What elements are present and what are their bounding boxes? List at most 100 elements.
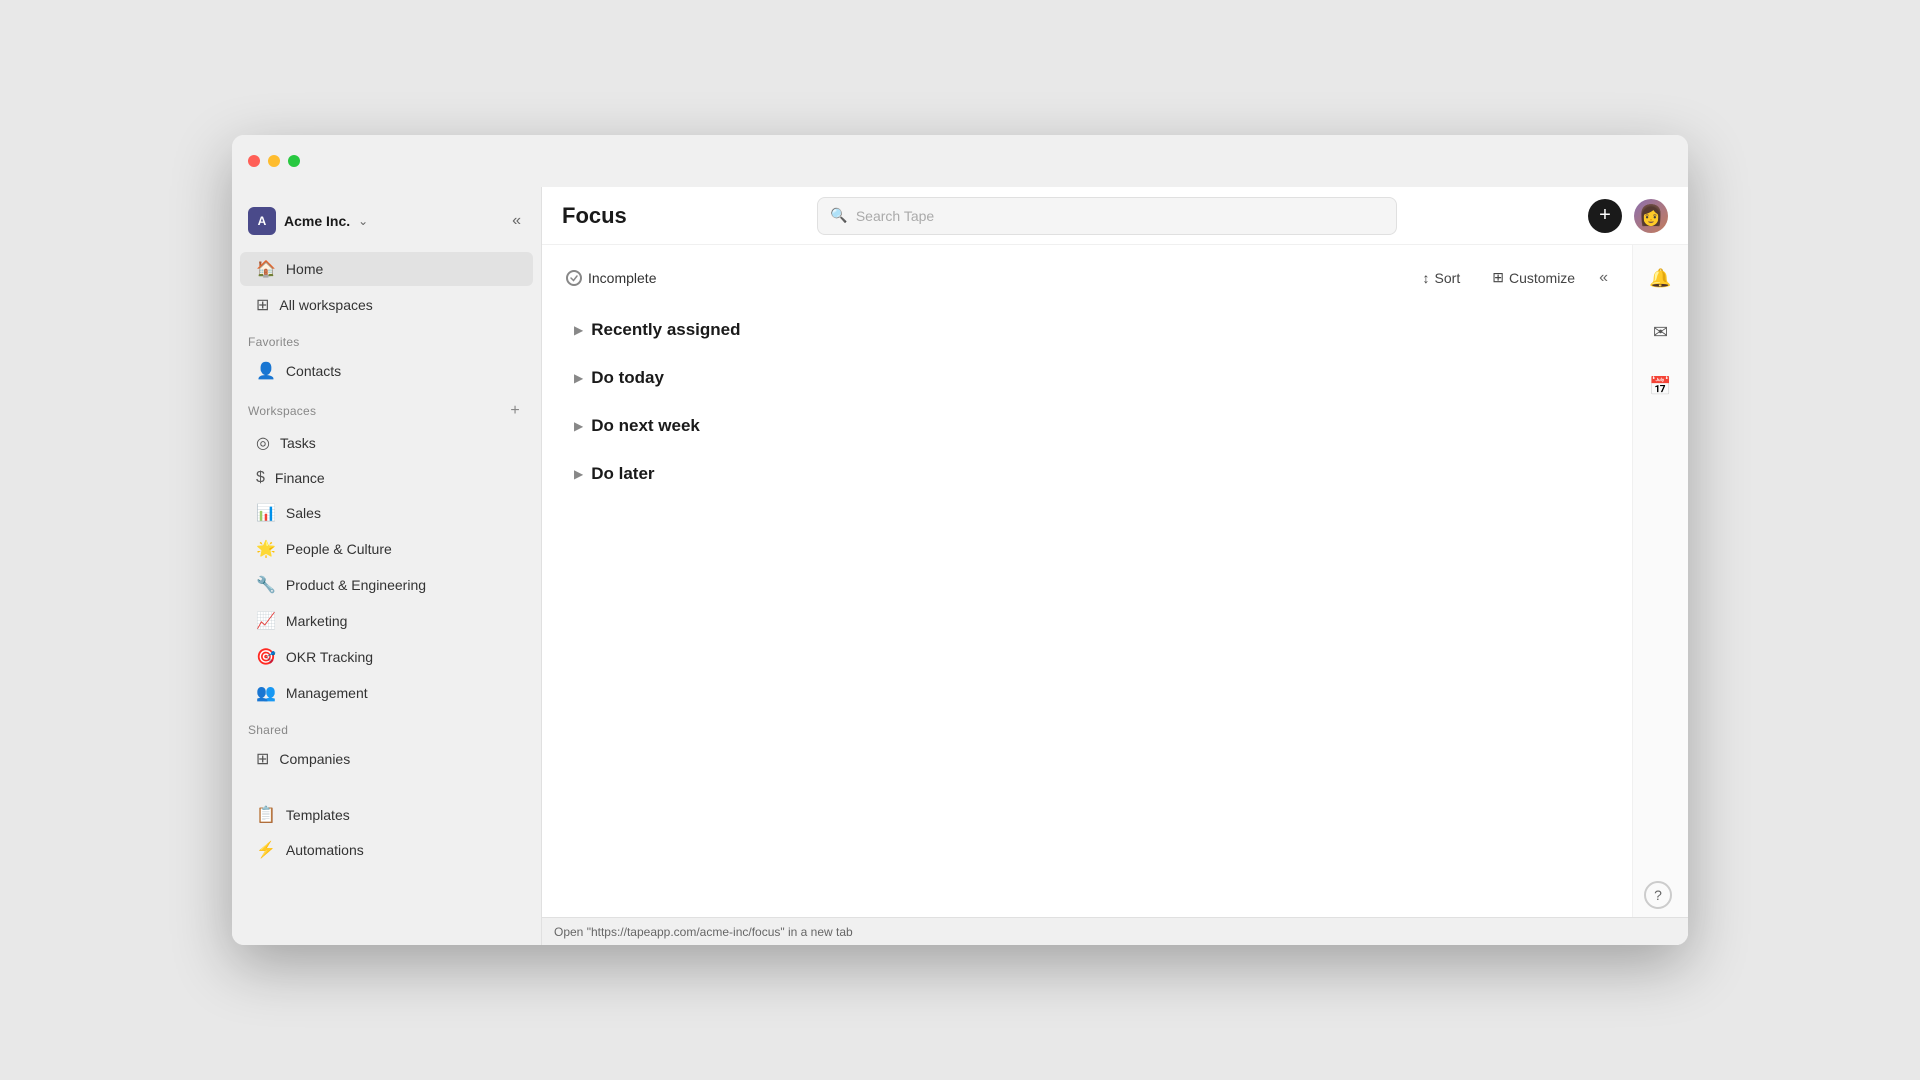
focus-group-header[interactable]: ▶ Do today (566, 358, 1608, 398)
sidebar-item-sales[interactable]: 📊 Sales (240, 496, 533, 530)
focus-group-header[interactable]: ▶ Do next week (566, 406, 1608, 446)
chevron-right-icon: ▶ (574, 467, 583, 481)
tasks-icon: ◎ (256, 433, 270, 453)
help-icon: ? (1654, 887, 1662, 903)
sidebar-item-product-engineering[interactable]: 🔧 Product & Engineering (240, 568, 533, 602)
okr-icon: 🎯 (256, 647, 276, 667)
sort-button[interactable]: ↕ Sort (1415, 266, 1469, 290)
sidebar-item-all-workspaces[interactable]: ⊞ All workspaces (240, 288, 533, 322)
sidebar-item-label: Companies (279, 751, 350, 767)
workspaces-section-label: Workspaces (248, 404, 316, 418)
focus-group-title: Recently assigned (591, 320, 740, 340)
people-culture-icon: 🌟 (256, 539, 276, 559)
workspace-name: Acme Inc. (284, 213, 350, 229)
sidebar-header: A Acme Inc. ⌄ « (232, 199, 541, 251)
sort-icon: ↕ (1423, 270, 1430, 286)
customize-button[interactable]: ⊞ Customize (1484, 265, 1583, 290)
main-header: Focus 🔍 Search Tape + 👩 (542, 187, 1688, 245)
right-panel: 🔔 ✉ 📅 (1632, 245, 1688, 917)
sidebar-item-people-culture[interactable]: 🌟 People & Culture (240, 532, 533, 566)
focus-group-title: Do next week (591, 416, 700, 436)
sidebar-item-label: Sales (286, 505, 321, 521)
management-icon: 👥 (256, 683, 276, 703)
calendar-button[interactable]: 📅 (1644, 369, 1678, 403)
close-button[interactable] (248, 155, 260, 167)
status-bar-url: Open "https://tapeapp.com/acme-inc/focus… (554, 925, 853, 939)
main-content: Focus 🔍 Search Tape + 👩 (542, 187, 1688, 945)
sidebar-item-label: Marketing (286, 613, 347, 629)
grid-icon: ⊞ (256, 295, 269, 315)
workspace-chevron-icon: ⌄ (358, 214, 368, 228)
focus-group-do-today: ▶ Do today (566, 358, 1608, 398)
avatar-image: 👩 (1639, 203, 1664, 228)
titlebar (232, 135, 1688, 187)
sidebar-item-automations[interactable]: ⚡ Automations (240, 833, 533, 867)
chevron-right-icon: ▶ (574, 419, 583, 433)
sidebar-item-label: Management (286, 685, 368, 701)
sort-label: Sort (1435, 270, 1461, 286)
sidebar-item-management[interactable]: 👥 Management (240, 676, 533, 710)
focus-group-header[interactable]: ▶ Do later (566, 454, 1608, 494)
shared-section-label: Shared (232, 711, 541, 741)
sidebar-item-home[interactable]: 🏠 Home (240, 252, 533, 286)
avatar[interactable]: 👩 (1634, 199, 1668, 233)
search-icon: 🔍 (830, 207, 847, 224)
content-main: Incomplete ↕ Sort ⊞ Customize « (542, 245, 1632, 917)
content-area: Incomplete ↕ Sort ⊞ Customize « (542, 245, 1688, 917)
help-button[interactable]: ? (1644, 881, 1672, 909)
sidebar-item-label: Automations (286, 842, 364, 858)
favorites-section-label: Favorites (232, 323, 541, 353)
focus-group-title: Do today (591, 368, 664, 388)
chevron-right-icon: ▶ (574, 323, 583, 337)
product-engineering-icon: 🔧 (256, 575, 276, 595)
collapse-panel-button[interactable]: « (1599, 269, 1608, 287)
sidebar-collapse-button[interactable]: « (508, 208, 525, 234)
sidebar-item-label: Finance (275, 470, 325, 486)
focus-group-header[interactable]: ▶ Recently assigned (566, 310, 1608, 350)
fullscreen-button[interactable] (288, 155, 300, 167)
sidebar-item-tasks[interactable]: ◎ Tasks (240, 426, 533, 460)
add-workspace-button[interactable]: + (505, 401, 525, 421)
notifications-button[interactable]: 🔔 (1644, 261, 1678, 295)
sidebar-item-label: Product & Engineering (286, 577, 426, 593)
check-icon (569, 273, 579, 283)
focus-group-do-later: ▶ Do later (566, 454, 1608, 494)
companies-icon: ⊞ (256, 749, 269, 769)
content-toolbar: Incomplete ↕ Sort ⊞ Customize « (566, 265, 1608, 290)
sidebar-item-companies[interactable]: ⊞ Companies (240, 742, 533, 776)
focus-group-title: Do later (591, 464, 654, 484)
sidebar-item-contacts[interactable]: 👤 Contacts (240, 354, 533, 388)
incomplete-status-icon (566, 270, 582, 286)
workspace-avatar: A (248, 207, 276, 235)
sidebar-item-okr-tracking[interactable]: 🎯 OKR Tracking (240, 640, 533, 674)
status-bar: Open "https://tapeapp.com/acme-inc/focus… (542, 917, 1688, 945)
templates-icon: 📋 (256, 805, 276, 825)
chevron-right-icon: ▶ (574, 371, 583, 385)
search-input[interactable]: Search Tape (856, 208, 934, 224)
minimize-button[interactable] (268, 155, 280, 167)
sidebar-item-finance[interactable]: $ Finance (240, 462, 533, 494)
sidebar-item-templates[interactable]: 📋 Templates (240, 798, 533, 832)
add-button[interactable]: + (1588, 199, 1622, 233)
header-right: + 👩 (1588, 199, 1668, 233)
page-title: Focus (562, 203, 627, 229)
sidebar-item-label: All workspaces (279, 297, 372, 313)
customize-icon: ⊞ (1492, 269, 1504, 286)
marketing-icon: 📈 (256, 611, 276, 631)
sidebar-item-label: OKR Tracking (286, 649, 373, 665)
sidebar: A Acme Inc. ⌄ « 🏠 Home ⊞ All workspaces … (232, 187, 542, 945)
workspace-selector[interactable]: A Acme Inc. ⌄ (248, 207, 368, 235)
sidebar-item-label: People & Culture (286, 541, 392, 557)
sidebar-item-marketing[interactable]: 📈 Marketing (240, 604, 533, 638)
app-window: A Acme Inc. ⌄ « 🏠 Home ⊞ All workspaces … (232, 135, 1688, 945)
home-icon: 🏠 (256, 259, 276, 279)
sidebar-item-label: Tasks (280, 435, 316, 451)
messages-button[interactable]: ✉ (1644, 315, 1678, 349)
workspaces-section-header: Workspaces + (232, 389, 541, 425)
focus-group-recently-assigned: ▶ Recently assigned (566, 310, 1608, 350)
customize-label: Customize (1509, 270, 1575, 286)
sidebar-item-label: Home (286, 261, 323, 277)
search-bar[interactable]: 🔍 Search Tape (817, 197, 1397, 235)
automations-icon: ⚡ (256, 840, 276, 860)
status-filter[interactable]: Incomplete (566, 270, 656, 286)
